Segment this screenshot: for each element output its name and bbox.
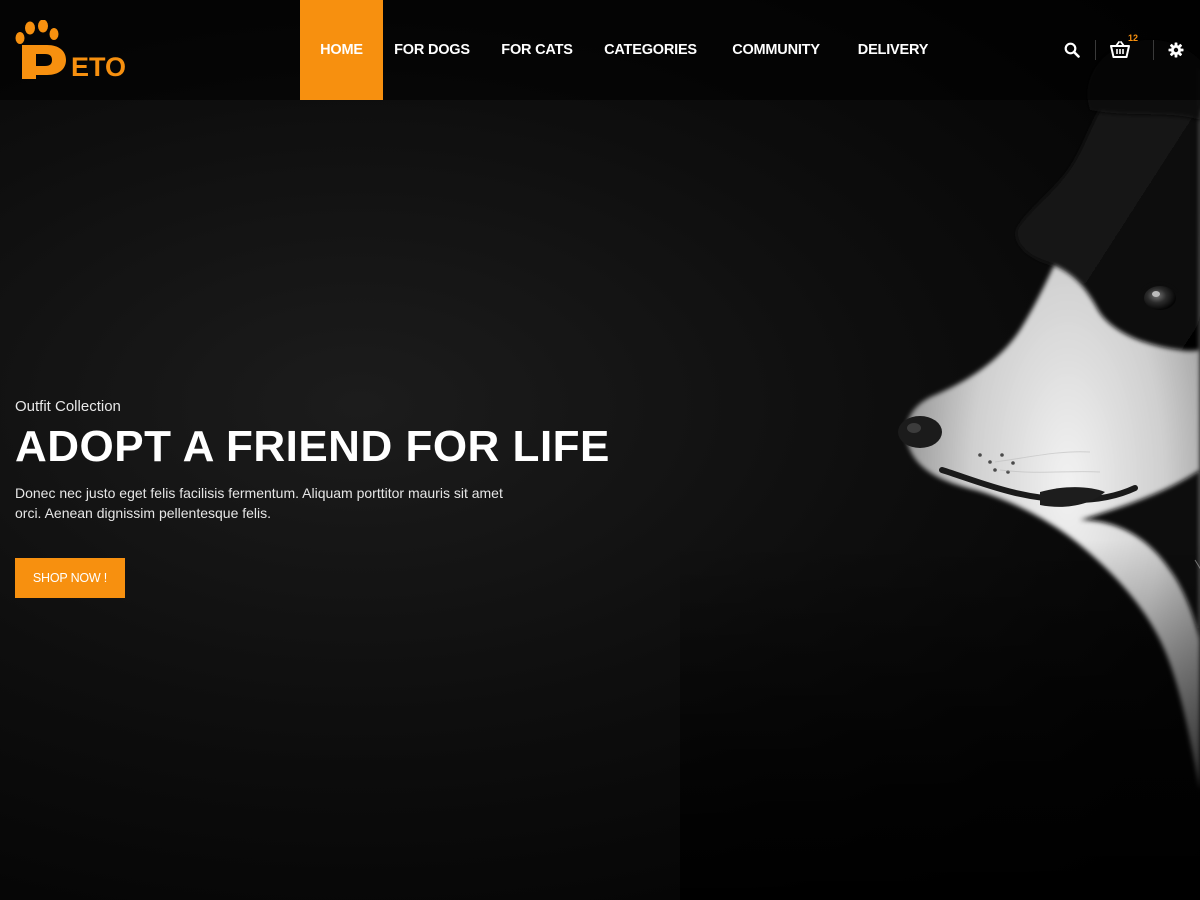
logo-text: ETO [71, 52, 127, 82]
paw-toe [25, 21, 35, 35]
gear-icon[interactable] [1164, 38, 1188, 62]
nav-for-dogs[interactable]: FOR DOGS [383, 0, 481, 100]
hero-title: ADOPT A FRIEND FOR LIFE [15, 422, 610, 471]
divider [1095, 40, 1096, 60]
divider [1153, 40, 1154, 60]
header-tools: 12 [1060, 0, 1200, 100]
paw-toe [38, 20, 48, 33]
nav-for-cats[interactable]: FOR CATS [481, 0, 593, 100]
logo[interactable]: ETO [14, 20, 126, 82]
main-nav: HOME FOR DOGS FOR CATS CATEGORIES COMMUN… [300, 0, 942, 100]
page: ETO HOME FOR DOGS FOR CATS CATEGORIES CO… [0, 0, 1200, 900]
hero-content: Outfit Collection ADOPT A FRIEND FOR LIF… [15, 398, 610, 523]
nav-home[interactable]: HOME [300, 0, 383, 100]
cart-count-badge: 12 [1128, 33, 1139, 43]
hero-subtitle: Outfit Collection [15, 398, 121, 415]
nav-categories[interactable]: CATEGORIES [593, 0, 708, 100]
paw-toe [15, 32, 25, 44]
nav-delivery[interactable]: DELIVERY [844, 0, 942, 100]
hero-description: Donec nec justo eget felis facilisis fer… [15, 485, 503, 521]
hero-dog-image [680, 0, 1200, 900]
paw-toe [49, 28, 59, 40]
nav-community[interactable]: COMMUNITY [708, 0, 844, 100]
search-icon[interactable] [1060, 38, 1084, 62]
shop-now-button[interactable]: SHOP NOW ! [15, 558, 125, 598]
site-header: ETO HOME FOR DOGS FOR CATS CATEGORIES CO… [0, 0, 1200, 100]
